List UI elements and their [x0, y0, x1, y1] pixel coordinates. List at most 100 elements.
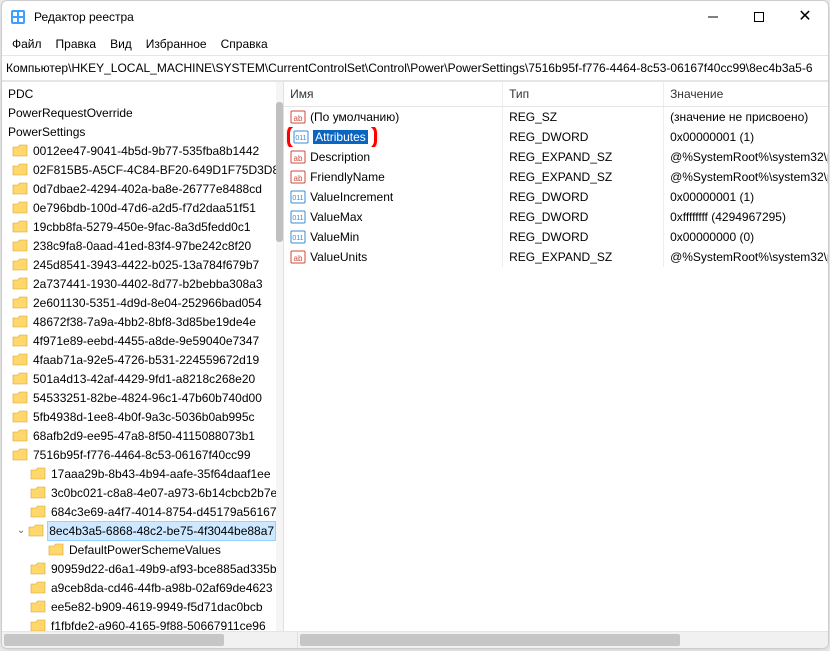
col-name[interactable]: Имя: [284, 82, 503, 106]
minimize-button[interactable]: [690, 1, 736, 33]
address-text: Компьютер\HKEY_LOCAL_MACHINE\SYSTEM\Curr…: [6, 61, 813, 75]
menu-favorites[interactable]: Избранное: [146, 37, 207, 51]
value-data: 0x00000001 (1): [664, 127, 828, 147]
registry-editor-window: Редактор реестра ✕ Файл Правка Вид Избра…: [1, 0, 829, 649]
menu-view[interactable]: Вид: [110, 37, 132, 51]
value-row[interactable]: 011AttributesREG_DWORD0x00000001 (1): [284, 127, 828, 147]
menu-edit[interactable]: Правка: [56, 37, 97, 51]
tree-item[interactable]: a9ceb8da-cd46-44fb-a98b-02af69de4623: [2, 578, 276, 597]
tree-hscroll[interactable]: [2, 632, 298, 648]
values-list[interactable]: ab(По умолчанию)REG_SZ(значение не присв…: [284, 107, 828, 631]
horizontal-scrollbars: [2, 631, 828, 648]
tree-item[interactable]: 2a737441-1930-4402-8d77-b2bebba308a3: [2, 274, 276, 293]
value-data: @%SystemRoot%\system32\pow: [664, 147, 828, 167]
tree-item[interactable]: 7516b95f-f776-4464-8c53-06167f40cc99: [2, 445, 276, 464]
value-name: (По умолчанию): [310, 110, 399, 124]
tree-label: PowerSettings: [6, 122, 85, 142]
menu-help[interactable]: Справка: [221, 37, 268, 51]
value-row[interactable]: ab Description REG_EXPAND_SZ@%SystemRoot%\…: [284, 147, 828, 167]
tree-item[interactable]: f1fbfde2-a960-4165-9f88-50667911ce96: [2, 616, 276, 631]
value-name: ValueIncrement: [310, 190, 393, 204]
tree-label: 7516b95f-f776-4464-8c53-06167f40cc99: [31, 445, 251, 465]
binary-value-icon: 011: [290, 189, 306, 205]
string-value-icon: ab: [290, 249, 306, 265]
value-row[interactable]: abValueUnitsREG_EXPAND_SZ@%SystemRoot%\s…: [284, 247, 828, 267]
value-name: ValueMax: [310, 210, 362, 224]
binary-value-icon: 011: [290, 209, 306, 225]
tree-scrollbar[interactable]: [276, 82, 283, 631]
tree-label: 68afb2d9-ee95-47a8-8f50-4115088073b1: [31, 426, 255, 446]
tree-item[interactable]: ee5e82-b909-4619-9949-f5d71dac0bcb: [2, 597, 276, 616]
tree-scrollbar-thumb[interactable]: [276, 102, 283, 242]
tree-item[interactable]: 90959d22-d6a1-49b9-af93-bce885ad335b: [2, 559, 276, 578]
tree-label: 17aaa29b-8b43-4b94-aafe-35f64daaf1ee: [49, 464, 271, 484]
tree-item[interactable]: 0d7dbae2-4294-402a-ba8e-26777e8488cd: [2, 179, 276, 198]
close-button[interactable]: ✕: [782, 1, 828, 33]
value-row[interactable]: 011ValueMinREG_DWORD0x00000000 (0): [284, 227, 828, 247]
value-type: REG_EXPAND_SZ: [503, 147, 664, 167]
svg-text:ab: ab: [294, 154, 303, 163]
value-data: 0xffffffff (4294967295): [664, 207, 828, 227]
tree-item[interactable]: 48672f38-7a9a-4bb2-8bf8-3d85be19de4e: [2, 312, 276, 331]
tree-label: DefaultPowerSchemeValues: [67, 540, 221, 560]
value-row[interactable]: 011ValueIncrementREG_DWORD0x00000001 (1): [284, 187, 828, 207]
tree-item[interactable]: 245d8541-3943-4422-b025-13a784f679b7: [2, 255, 276, 274]
tree-item[interactable]: 54533251-82be-4824-96c1-47b60b740d00: [2, 388, 276, 407]
col-type[interactable]: Тип: [503, 82, 664, 106]
maximize-button[interactable]: [736, 1, 782, 33]
tree-item[interactable]: PowerSettings: [2, 122, 276, 141]
tree-item[interactable]: 17aaa29b-8b43-4b94-aafe-35f64daaf1ee: [2, 464, 276, 483]
tree-label: 0d7dbae2-4294-402a-ba8e-26777e8488cd: [31, 179, 262, 199]
tree-label: 8ec4b3a5-6868-48c2-be75-4f3044be88a7: [47, 521, 276, 541]
value-type: REG_EXPAND_SZ: [503, 167, 664, 187]
tree-item[interactable]: 3c0bc021-c8a8-4e07-a973-6b14cbcb2b7e: [2, 483, 276, 502]
value-name: Attributes: [313, 130, 368, 144]
binary-value-icon: 011: [290, 229, 306, 245]
value-name: Description: [310, 150, 370, 164]
tree-item[interactable]: PowerRequestOverride: [2, 103, 276, 122]
value-row[interactable]: ab(По умолчанию)REG_SZ(значение не присв…: [284, 107, 828, 127]
value-row[interactable]: 011ValueMaxREG_DWORD0xffffffff (42949672…: [284, 207, 828, 227]
content-area: PDCPowerRequestOverridePowerSettings0012…: [2, 81, 828, 631]
tree-label: 2e601130-5351-4d9d-8e04-252966bad054: [31, 293, 262, 313]
tree-label: 238c9fa8-0aad-41ed-83f4-97be242c8f20: [31, 236, 251, 256]
tree-item[interactable]: 0e796bdb-100d-47d6-a2d5-f7d2daa51f51: [2, 198, 276, 217]
tree-item[interactable]: 0012ee47-9041-4b5d-9b77-535fba8b1442: [2, 141, 276, 160]
string-value-icon: ab: [290, 149, 306, 165]
value-type: REG_DWORD: [503, 227, 664, 247]
string-value-icon: ab: [290, 169, 306, 185]
svg-text:ab: ab: [294, 114, 303, 123]
tree-item[interactable]: 5fb4938d-1ee8-4b0f-9a3c-5036b0ab995c: [2, 407, 276, 426]
tree-label: 5fb4938d-1ee8-4b0f-9a3c-5036b0ab995c: [31, 407, 255, 427]
tree-label: PowerRequestOverride: [6, 103, 133, 123]
tree-item[interactable]: 684c3e69-a4f7-4014-8754-d45179a56167: [2, 502, 276, 521]
list-hscroll[interactable]: [298, 632, 828, 648]
tree-label: 02F815B5-A5CF-4C84-BF20-649D1F75D3D8: [31, 160, 276, 180]
tree-label: 501a4d13-42af-4429-9fd1-a8218c268e20: [31, 369, 255, 389]
tree-label: f1fbfde2-a960-4165-9f88-50667911ce96: [49, 616, 266, 632]
col-value[interactable]: Значение: [664, 82, 828, 106]
values-header: Имя Тип Значение: [284, 82, 828, 107]
value-type: REG_SZ: [503, 107, 664, 127]
tree-item[interactable]: PDC: [2, 84, 276, 103]
menu-file[interactable]: Файл: [12, 37, 42, 51]
tree-item[interactable]: ⌄ 8ec4b3a5-6868-48c2-be75-4f3044be88a7: [2, 521, 276, 540]
tree-item[interactable]: 68afb2d9-ee95-47a8-8f50-4115088073b1: [2, 426, 276, 445]
tree-item[interactable]: 4faab71a-92e5-4726-b531-224559672d19: [2, 350, 276, 369]
tree-label: 19cbb8fa-5279-450e-9fac-8a3d5fedd0c1: [31, 217, 251, 237]
highlighted-value[interactable]: 011 Attributes: [287, 127, 377, 147]
tree-item[interactable]: 2e601130-5351-4d9d-8e04-252966bad054: [2, 293, 276, 312]
binary-value-icon: 011: [293, 129, 309, 145]
tree-item[interactable]: 4f971e89-eebd-4455-a8de-9e59040e7347: [2, 331, 276, 350]
tree-item[interactable]: 501a4d13-42af-4429-9fd1-a8218c268e20: [2, 369, 276, 388]
svg-text:011: 011: [292, 195, 303, 202]
tree-item[interactable]: 19cbb8fa-5279-450e-9fac-8a3d5fedd0c1: [2, 217, 276, 236]
address-bar[interactable]: Компьютер\HKEY_LOCAL_MACHINE\SYSTEM\Curr…: [2, 55, 828, 81]
tree-item[interactable]: DefaultPowerSchemeValues: [2, 540, 276, 559]
svg-text:ab: ab: [294, 254, 303, 263]
tree-root[interactable]: PDCPowerRequestOverridePowerSettings0012…: [2, 82, 276, 631]
value-row[interactable]: abFriendlyNameREG_EXPAND_SZ@%SystemRoot%…: [284, 167, 828, 187]
tree-item[interactable]: 02F815B5-A5CF-4C84-BF20-649D1F75D3D8: [2, 160, 276, 179]
tree-toggle-icon[interactable]: ⌄: [16, 525, 26, 537]
tree-item[interactable]: 238c9fa8-0aad-41ed-83f4-97be242c8f20: [2, 236, 276, 255]
